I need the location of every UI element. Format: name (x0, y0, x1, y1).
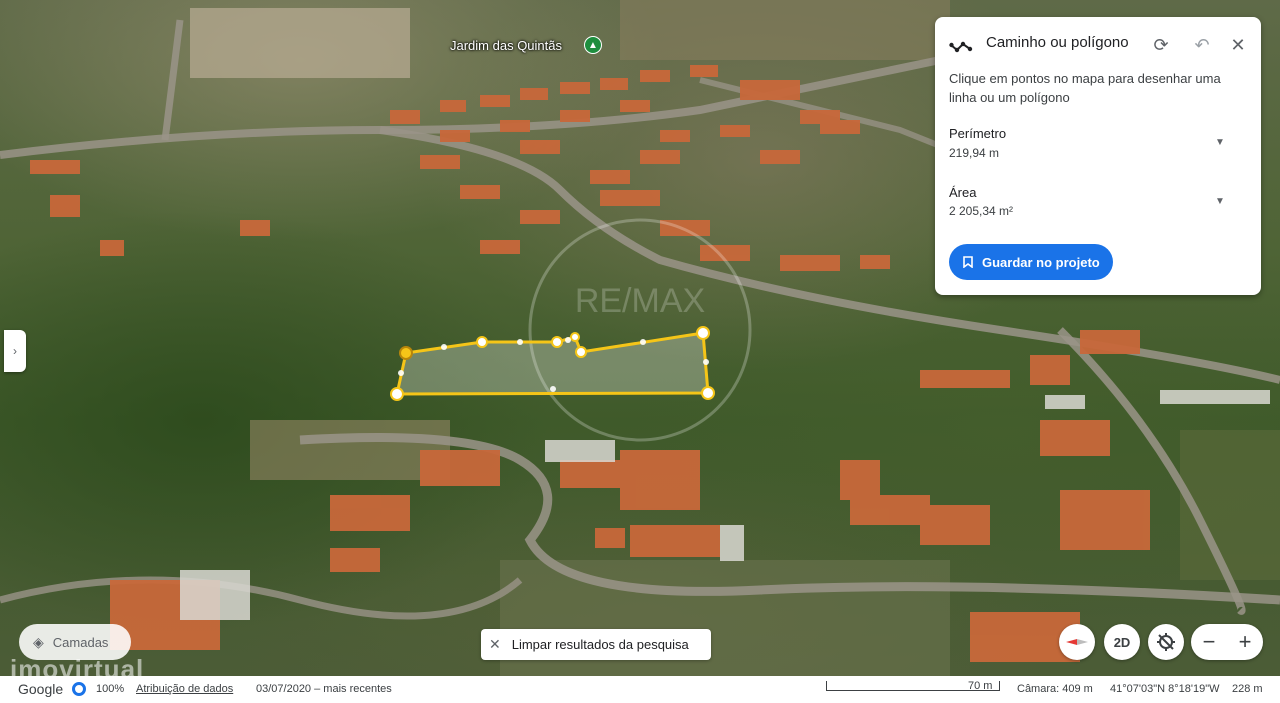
clear-search-results-button[interactable]: ✕ Limpar resultados da pesquisa (481, 629, 711, 660)
clear-label: Limpar resultados da pesquisa (511, 637, 689, 652)
close-button[interactable]: ✕ (1224, 31, 1252, 59)
bookmark-icon (963, 256, 973, 268)
panel-title: Caminho ou polígono (986, 34, 1129, 51)
svg-text:RE/MAX: RE/MAX (575, 282, 705, 320)
rotate-3d-icon: ⟳ (1153, 34, 1169, 55)
caret-down-icon: ▼ (1215, 195, 1225, 207)
location-off-icon (1157, 633, 1175, 651)
google-logo: Google (18, 681, 64, 697)
save-to-project-button[interactable]: Guardar no projeto (949, 244, 1113, 280)
2d-view-button[interactable]: 2D (1104, 624, 1140, 660)
expand-drawer-button[interactable]: › (4, 330, 26, 372)
imagery-date: 03/07/2020 – mais recentes (256, 683, 392, 695)
area-label: Área (949, 185, 977, 200)
coordinates: 41°07'03"N 8°18'19"W (1110, 683, 1220, 695)
layers-label: Camadas (52, 634, 109, 650)
layers-icon: ◈ (33, 633, 44, 650)
data-attribution-link[interactable]: Atribuição de dados (136, 683, 233, 695)
path-polygon-icon (949, 41, 973, 53)
panel-description: Clique em pontos no mapa para desenhar u… (949, 71, 1221, 105)
area-value: 2 205,34 m² (949, 204, 1014, 218)
caret-down-icon: ▼ (1215, 136, 1225, 148)
undo-button[interactable]: ↶ (1188, 31, 1216, 59)
scale-label: 70 m (968, 680, 993, 692)
save-label: Guardar no projeto (982, 254, 1100, 270)
loading-ring-icon (72, 682, 86, 696)
ground-altitude: 228 m (1232, 683, 1263, 695)
zoom-percent: 100% (96, 683, 125, 695)
compass-button[interactable] (1059, 624, 1095, 660)
close-icon: ✕ (489, 636, 501, 652)
compass-icon (1066, 639, 1088, 645)
zoom-in-button[interactable]: + (1227, 624, 1263, 660)
camera-altitude: Câmara: 409 m (1017, 683, 1093, 695)
status-bar: Google 100% Atribuição de dados 03/07/20… (0, 676, 1280, 703)
3d-rotate-button[interactable]: ⟳ (1147, 31, 1175, 59)
perimeter-label: Perímetro (949, 126, 1007, 141)
place-label[interactable]: Jardim das Quintãs (450, 38, 562, 53)
close-icon: ✕ (1230, 34, 1246, 55)
my-location-button[interactable] (1148, 624, 1184, 660)
undo-icon: ↶ (1194, 34, 1210, 55)
park-pin-icon[interactable]: ▲ (584, 36, 602, 54)
perimeter-value: 219,94 m (949, 146, 1000, 160)
chevron-right-icon: › (13, 344, 17, 358)
area-unit-dropdown[interactable]: ▼ (1214, 195, 1226, 207)
zoom-controls: − + (1191, 624, 1263, 660)
measure-panel: Caminho ou polígono ⟳ ↶ ✕ Clique em pont… (935, 17, 1261, 295)
zoom-out-button[interactable]: − (1191, 624, 1227, 660)
2d-label: 2D (1113, 634, 1131, 650)
perimeter-unit-dropdown[interactable]: ▼ (1214, 136, 1226, 148)
